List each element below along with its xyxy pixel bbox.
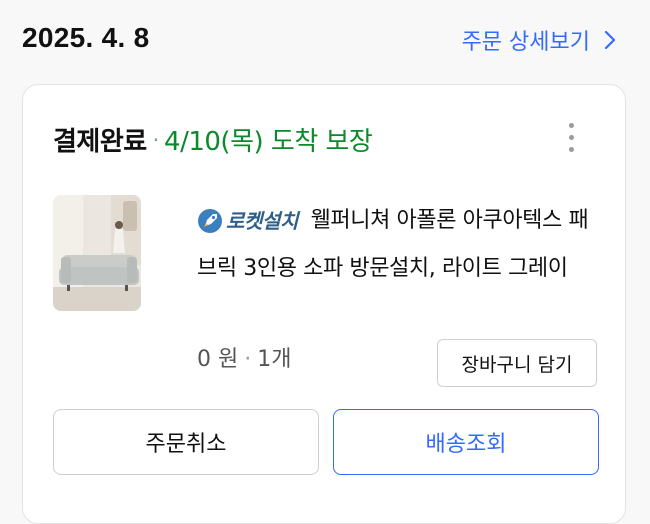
add-to-cart-button[interactable]: 장바구니 담기 <box>437 339 597 387</box>
rocket-install-label: 로켓설치 <box>226 209 298 233</box>
rocket-icon <box>198 209 222 233</box>
status-row: 결제완료 · 4/10(목) 도착 보장 <box>53 121 373 158</box>
order-card: 결제완료 · 4/10(목) 도착 보장 로켓설치 웰퍼니쳐 아폴론 아쿠아텍스… <box>22 84 626 524</box>
product-price: 0 원 <box>197 347 239 372</box>
order-date: 2025. 4. 8 <box>22 22 150 53</box>
payment-status: 결제완료 <box>53 127 147 157</box>
track-delivery-button[interactable]: 배송조회 <box>333 409 599 475</box>
status-separator: · <box>152 127 160 152</box>
product-info[interactable]: 로켓설치 웰퍼니쳐 아폴론 아쿠아텍스 패브릭 3인용 소파 방문설치, 라이트… <box>197 197 607 293</box>
more-vertical-icon[interactable] <box>567 123 575 157</box>
product-quantity: 1개 <box>257 347 292 372</box>
order-header: 2025. 4. 8 주문 상세보기 <box>0 0 650 82</box>
price-separator: · <box>244 347 252 372</box>
chevron-right-icon <box>604 30 616 50</box>
order-detail-link[interactable]: 주문 상세보기 <box>462 24 616 56</box>
product-image[interactable] <box>53 195 141 311</box>
order-detail-label: 주문 상세보기 <box>461 30 590 55</box>
price-row: 0 원 · 1개 <box>197 341 291 373</box>
cancel-order-button[interactable]: 주문취소 <box>53 409 319 475</box>
delivery-guarantee: 4/10(목) 도착 보장 <box>164 127 373 157</box>
rocket-install-badge: 로켓설치 <box>197 197 298 245</box>
